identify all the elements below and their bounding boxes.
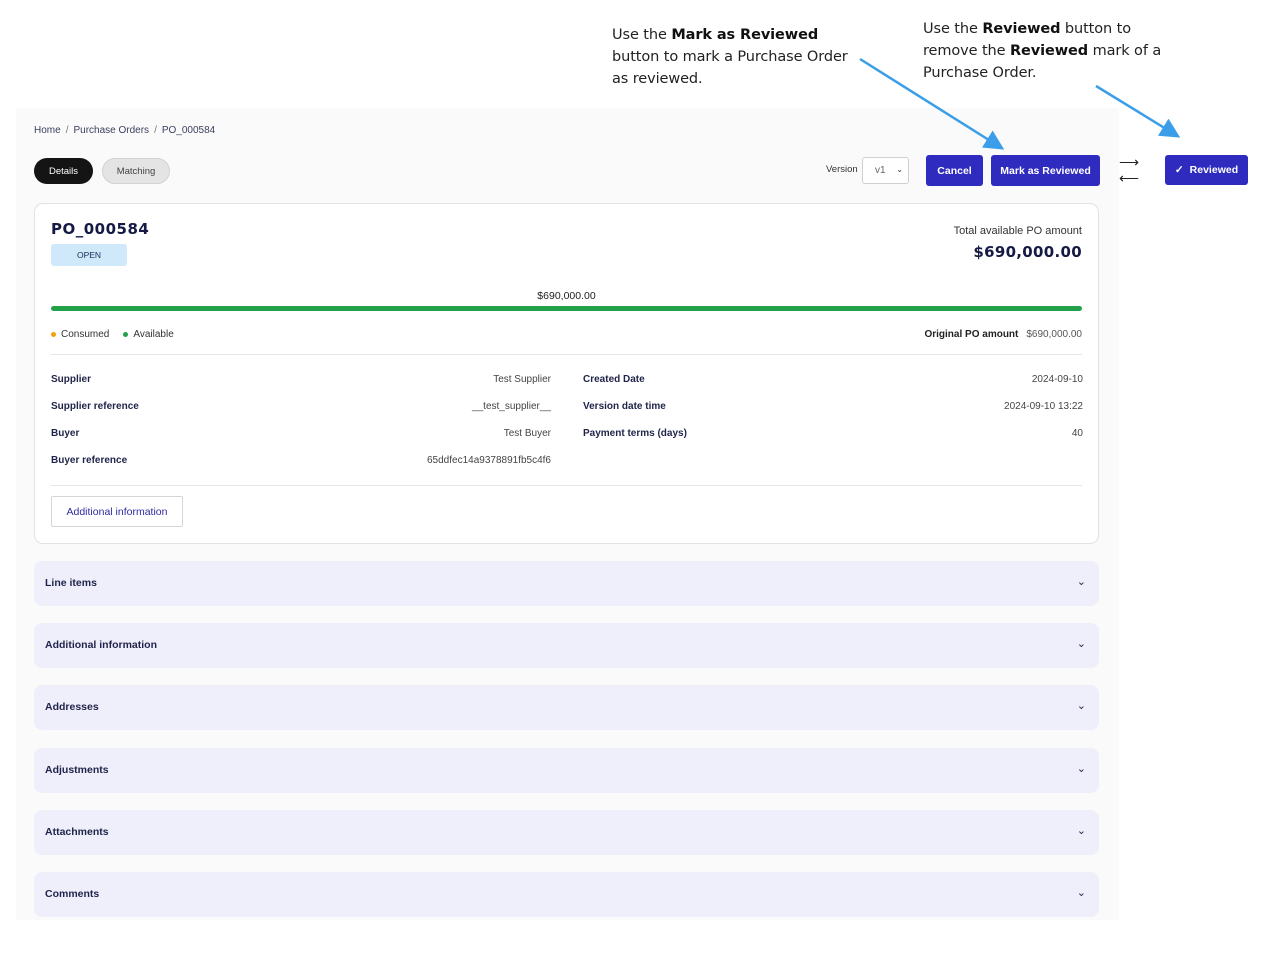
field-value: __test_supplier__ (472, 401, 551, 412)
mark-as-reviewed-button[interactable]: Mark as Reviewed (991, 155, 1100, 186)
original-po-value: $690,000.00 (1026, 329, 1082, 340)
breadcrumb-separator: / (65, 125, 69, 136)
original-po-amount: Original PO amount $690,000.00 (924, 329, 1082, 340)
tab-matching[interactable]: Matching (102, 158, 170, 184)
annotation-bold: Reviewed (1009, 43, 1089, 59)
legend-available: Available (123, 329, 174, 340)
swap-arrows-icon: ⟶ ⟵ (1119, 154, 1140, 186)
annotation-text: Use the (923, 21, 983, 37)
annotation-bold: Reviewed (982, 21, 1061, 37)
field-label: Payment terms (days) (583, 428, 687, 439)
original-po-label: Original PO amount (924, 329, 1019, 340)
progress-legend: Consumed Available (51, 329, 174, 340)
section-addresses[interactable]: Addresses ⌄ (34, 685, 1099, 730)
field-label: Supplier reference (51, 401, 139, 412)
po-progress-bar (51, 306, 1082, 311)
divider (51, 354, 1082, 355)
breadcrumb: Home / Purchase Orders / PO_000584 (34, 125, 215, 136)
field-value: 40 (1071, 428, 1083, 439)
annotation-text: button to mark a Purchase Order as revie… (612, 49, 848, 87)
chevron-down-icon: ⌄ (1076, 638, 1086, 650)
section-label: Addresses (45, 701, 99, 713)
progress-amount: $690,000.00 (537, 290, 596, 302)
po-summary-card: PO_000584 OPEN Total available PO amount… (34, 203, 1099, 544)
section-additional-information[interactable]: Additional information ⌄ (34, 623, 1099, 668)
field-label: Buyer reference (51, 455, 128, 466)
breadcrumb-separator: / (154, 125, 157, 136)
chevron-down-icon: ⌄ (1076, 763, 1086, 775)
breadcrumb-current: PO_000584 (161, 125, 216, 136)
cancel-button[interactable]: Cancel (926, 155, 983, 186)
section-label: Adjustments (45, 764, 109, 776)
version-select[interactable]: v1 ⌄ (862, 157, 909, 184)
legend-dot-icon (51, 331, 56, 337)
field-label: Version date time (583, 401, 666, 412)
field-value: 2024-09-10 (1031, 374, 1083, 385)
reviewed-label: Reviewed (1189, 164, 1239, 176)
total-available-label: Total available PO amount (953, 225, 1082, 237)
chevron-down-icon: ⌄ (1076, 576, 1086, 588)
section-label: Attachments (45, 826, 109, 838)
status-badge: OPEN (51, 244, 127, 266)
section-label: Comments (45, 888, 100, 900)
field-label: Supplier (51, 374, 92, 385)
annotation-bold: Mark as Reviewed (671, 27, 819, 43)
breadcrumb-purchase-orders[interactable]: Purchase Orders (73, 125, 149, 136)
tab-details[interactable]: Details (34, 158, 93, 184)
legend-label: Consumed (61, 329, 110, 340)
purchase-order-page: Home / Purchase Orders / PO_000584 Details M… (16, 108, 1119, 920)
po-title: PO_000584 (51, 220, 150, 238)
field-label: Created Date (583, 374, 645, 385)
section-comments[interactable]: Comments ⌄ (34, 872, 1099, 917)
legend-consumed: Consumed (51, 329, 109, 340)
section-label: Line items (45, 577, 97, 589)
reviewed-button[interactable]: ✓ Reviewed (1165, 155, 1248, 185)
additional-information-button[interactable]: Additional information (51, 496, 183, 527)
chevron-down-icon: ⌄ (1076, 887, 1086, 899)
chevron-down-icon: ⌄ (896, 165, 903, 174)
chevron-down-icon: ⌄ (1076, 825, 1086, 837)
annotation-mark-as-reviewed: Use the Mark as Reviewed button to mark … (612, 24, 862, 90)
field-value: Test Supplier (493, 374, 551, 385)
field-value: 2024-09-10 13:22 (1004, 401, 1083, 412)
section-attachments[interactable]: Attachments ⌄ (34, 810, 1099, 855)
field-label: Buyer (51, 428, 80, 439)
field-value: Test Buyer (503, 428, 551, 439)
field-value: 65ddfec14a9378891fb5c4f6 (426, 455, 551, 466)
total-available-value: $690,000.00 (973, 243, 1082, 261)
divider (51, 485, 1082, 486)
annotation-reviewed: Use the Reviewed button to remove the Re… (923, 18, 1173, 84)
breadcrumb-home[interactable]: Home (34, 125, 61, 136)
version-value: v1 (875, 165, 886, 176)
legend-dot-icon (123, 331, 129, 337)
section-label: Additional information (45, 639, 157, 651)
annotation-text: Use the (612, 27, 672, 43)
version-label: Version (826, 164, 858, 175)
check-icon: ✓ (1174, 164, 1184, 176)
section-adjustments[interactable]: Adjustments ⌄ (34, 748, 1099, 793)
chevron-down-icon: ⌄ (1076, 700, 1086, 712)
legend-label: Available (133, 329, 174, 340)
progress-fill-available (51, 306, 1082, 311)
section-line-items[interactable]: Line items ⌄ (34, 561, 1099, 606)
